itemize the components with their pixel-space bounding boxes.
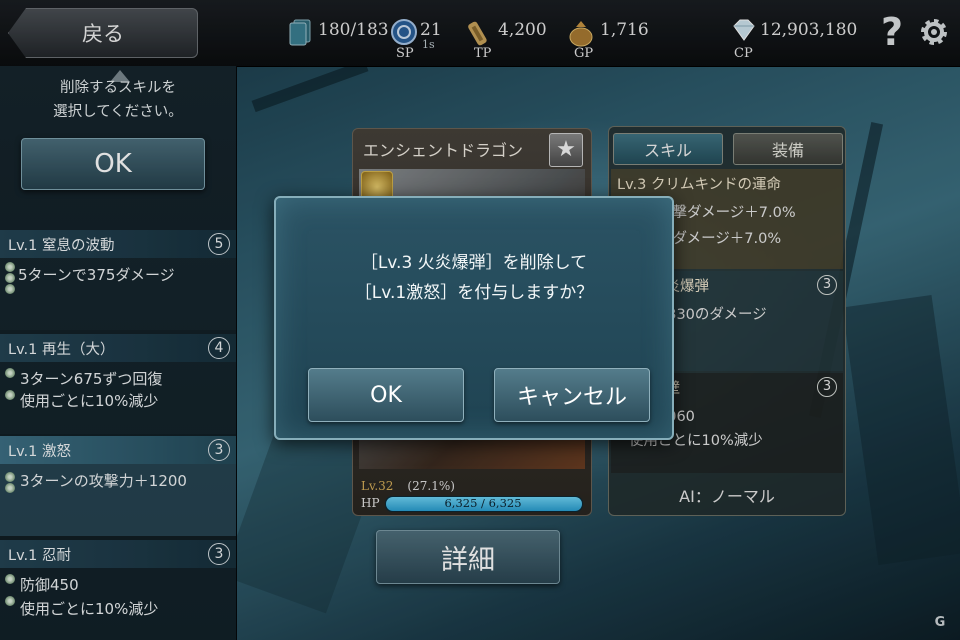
dialog-ok-button[interactable]: OK (308, 368, 464, 422)
dialog-ok-label: OK (370, 382, 402, 408)
dialog-cancel-button[interactable]: キャンセル (494, 368, 650, 422)
watermark-logo-icon: G (934, 615, 946, 630)
dialog-line-1: ［Lv.3 火炎爆弾］を削除して (360, 253, 588, 273)
dialog-cancel-label: キャンセル (516, 385, 627, 410)
confirm-dialog: ［Lv.3 火炎爆弾］を削除して ［Lv.1激怒］を付与しますか？ OK キャン… (274, 196, 674, 440)
dialog-message: ［Lv.3 火炎爆弾］を削除して ［Lv.1激怒］を付与しますか？ (276, 248, 672, 308)
dialog-line-2: ［Lv.1激怒］を付与しますか？ (354, 283, 594, 303)
